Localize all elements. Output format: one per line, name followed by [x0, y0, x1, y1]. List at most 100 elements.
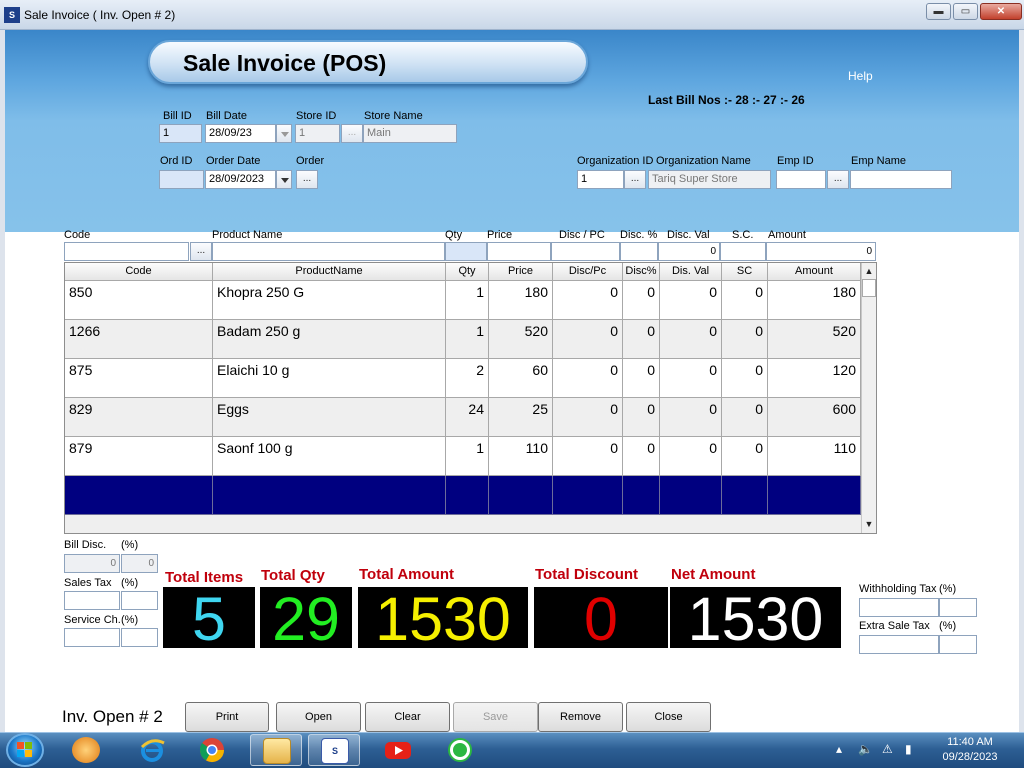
cell-disc-pct[interactable]: 0 [623, 320, 660, 359]
cell-qty[interactable]: 1 [446, 320, 489, 359]
ord-id-field[interactable] [159, 170, 204, 189]
emp-lookup-button[interactable]: ... [827, 170, 849, 189]
cell-price[interactable]: 25 [489, 398, 553, 437]
save-button[interactable]: Save [453, 702, 538, 732]
cell-disc-pct[interactable]: 0 [623, 398, 660, 437]
taskbar-youtube[interactable] [372, 734, 424, 766]
order-date-dropdown-icon[interactable] [276, 170, 292, 189]
cell-sc[interactable]: 0 [722, 398, 768, 437]
cell-disc-pc[interactable]: 0 [553, 320, 623, 359]
cell-product[interactable]: Badam 250 g [213, 320, 446, 359]
cell-sc[interactable]: 0 [722, 359, 768, 398]
clear-button[interactable]: Clear [365, 702, 450, 732]
grid-col-code[interactable]: Code [65, 263, 213, 281]
cell-sc[interactable]: 0 [722, 437, 768, 476]
grid-col-disc-pc[interactable]: Disc/Pc [553, 263, 623, 281]
cell-price[interactable]: 60 [489, 359, 553, 398]
store-lookup-button[interactable]: ... [341, 124, 363, 143]
cell-disc-pc[interactable]: 0 [553, 398, 623, 437]
grid-col-dis-val[interactable]: Dis. Val [660, 263, 722, 281]
org-id-field[interactable]: 1 [577, 170, 624, 189]
cell-dis-val[interactable]: 0 [660, 437, 722, 476]
cell-code[interactable]: 875 [65, 359, 213, 398]
maximize-button[interactable]: ▭ [953, 3, 978, 20]
entry-code-field[interactable] [64, 242, 189, 261]
bill-date-field[interactable]: 28/09/23 [205, 124, 276, 143]
table-row[interactable]: 879 Saonf 100 g 1 110 0 0 0 0 110 [65, 437, 876, 476]
taskbar-media-player[interactable] [60, 734, 112, 766]
cell-disc-pc[interactable]: 0 [553, 281, 623, 320]
service-charge-pct-field[interactable] [121, 628, 158, 647]
org-lookup-button[interactable]: ... [624, 170, 646, 189]
cell-price[interactable]: 520 [489, 320, 553, 359]
order-lookup-button[interactable]: ... [296, 170, 318, 189]
close-button[interactable]: Close [626, 702, 711, 732]
cell-amount[interactable] [768, 476, 861, 515]
cell-price[interactable]: 180 [489, 281, 553, 320]
taskbar-clock[interactable]: 11:40 AM 09/28/2023 [940, 735, 1000, 765]
grid-col-amount[interactable]: Amount [768, 263, 861, 281]
cell-amount[interactable]: 520 [768, 320, 861, 359]
remove-button[interactable]: Remove [538, 702, 623, 732]
store-name-field[interactable]: Main [363, 124, 457, 143]
open-button[interactable]: Open [276, 702, 361, 732]
cell-qty[interactable] [446, 476, 489, 515]
cell-dis-val[interactable]: 0 [660, 398, 722, 437]
taskbar-internet-explorer[interactable] [126, 734, 178, 766]
start-button[interactable] [6, 733, 44, 767]
emp-id-field[interactable] [776, 170, 826, 189]
cell-product[interactable]: Elaichi 10 g [213, 359, 446, 398]
cell-sc[interactable]: 0 [722, 281, 768, 320]
entry-product-field[interactable] [212, 242, 445, 261]
taskbar-chrome[interactable] [186, 734, 238, 766]
cell-disc-pct[interactable]: 0 [623, 281, 660, 320]
table-row[interactable]: 1266 Badam 250 g 1 520 0 0 0 0 520 [65, 320, 876, 359]
cell-code[interactable]: 1266 [65, 320, 213, 359]
taskbar-whatsapp[interactable] [434, 734, 486, 766]
cell-code[interactable]: 829 [65, 398, 213, 437]
cell-price[interactable]: 110 [489, 437, 553, 476]
cell-qty[interactable]: 2 [446, 359, 489, 398]
tray-show-hidden-icon[interactable]: ▴ [836, 742, 842, 756]
cell-dis-val[interactable]: 0 [660, 359, 722, 398]
cell-disc-pct[interactable]: 0 [623, 437, 660, 476]
entry-disc-pc-field[interactable] [551, 242, 620, 261]
cell-product[interactable]: Saonf 100 g [213, 437, 446, 476]
service-charge-field[interactable] [64, 628, 120, 647]
order-date-field[interactable]: 28/09/2023 [205, 170, 276, 189]
cell-amount[interactable]: 180 [768, 281, 861, 320]
cell-qty[interactable]: 1 [446, 281, 489, 320]
volume-icon[interactable]: 🔈 [858, 742, 873, 756]
cell-dis-val[interactable]: 0 [660, 320, 722, 359]
taskbar-softown-pos[interactable]: S [308, 734, 360, 766]
grid-col-disc-pct[interactable]: Disc% [623, 263, 660, 281]
emp-name-field[interactable] [850, 170, 952, 189]
cell-disc-pct[interactable] [623, 476, 660, 515]
table-row[interactable]: 875 Elaichi 10 g 2 60 0 0 0 0 120 [65, 359, 876, 398]
cell-code[interactable]: 879 [65, 437, 213, 476]
cell-amount[interactable]: 110 [768, 437, 861, 476]
store-id-field[interactable]: 1 [295, 124, 340, 143]
bill-date-dropdown-icon[interactable] [276, 124, 292, 143]
cell-sc[interactable]: 0 [722, 320, 768, 359]
grid-col-sc[interactable]: SC [722, 263, 768, 281]
table-row-selected-new[interactable] [65, 476, 876, 515]
minimize-button[interactable]: ▬ [926, 3, 951, 20]
scroll-down-icon[interactable]: ▼ [863, 517, 875, 531]
grid-vertical-scrollbar[interactable]: ▲ ▼ [861, 263, 876, 533]
entry-price-field[interactable] [487, 242, 551, 261]
table-row[interactable]: 850 Khopra 250 G 1 180 0 0 0 0 180 [65, 281, 876, 320]
close-window-button[interactable]: ✕ [980, 3, 1022, 20]
scroll-thumb[interactable] [862, 279, 876, 297]
grid-col-price[interactable]: Price [489, 263, 553, 281]
cell-dis-val[interactable] [660, 476, 722, 515]
cell-disc-pct[interactable]: 0 [623, 359, 660, 398]
scroll-up-icon[interactable]: ▲ [863, 264, 875, 278]
extra-sale-tax-field[interactable] [859, 635, 939, 654]
entry-amount-field[interactable]: 0 [766, 242, 876, 261]
bill-disc-field[interactable]: 0 [64, 554, 120, 573]
cell-code[interactable] [65, 476, 213, 515]
cell-dis-val[interactable]: 0 [660, 281, 722, 320]
signal-strength-icon[interactable]: ▮ [905, 742, 912, 756]
cell-disc-pc[interactable]: 0 [553, 359, 623, 398]
